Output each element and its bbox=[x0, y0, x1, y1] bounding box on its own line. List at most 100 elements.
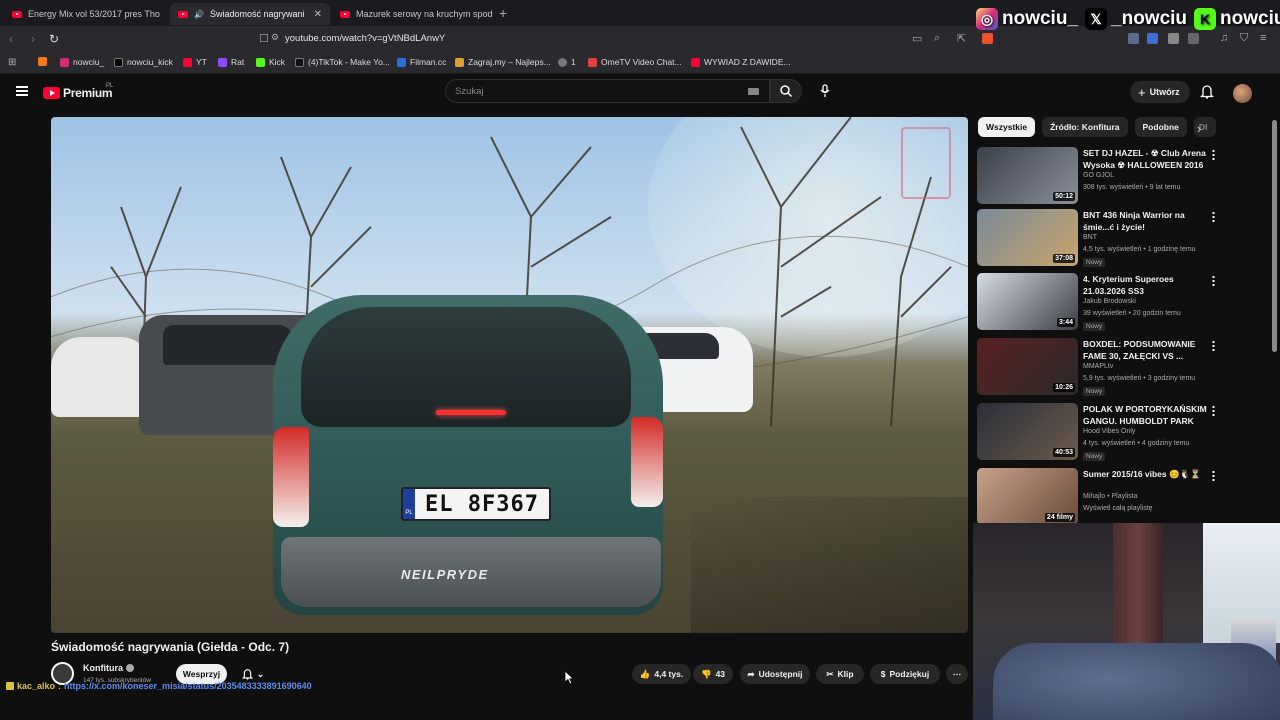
browser-tab[interactable]: Mazurek serowy na kruchym spodzie bbox=[332, 3, 492, 25]
video-thumbnail[interactable]: 10:26 bbox=[977, 338, 1078, 395]
chip-related[interactable]: Podobne bbox=[1134, 117, 1187, 137]
zoom-icon[interactable]: ⌕ bbox=[934, 32, 940, 45]
more-actions-button[interactable]: ⋯ bbox=[946, 664, 968, 684]
video-tail-light-right bbox=[631, 417, 663, 507]
recommendation-title[interactable]: BNT 436 Ninja Warrior na śmie...ć i życi… bbox=[1083, 209, 1209, 233]
recommendation-item[interactable]: 10:26 BOXDEL: PODSUMOWANIE FAME 30, ZAŁĘ… bbox=[977, 338, 1277, 398]
video-thumbnail[interactable]: 3:44 bbox=[977, 273, 1078, 330]
recommendation-title[interactable]: POLAK W PORTORYKAŃSKIM GANGU. HUMBOLDT P… bbox=[1083, 403, 1209, 427]
more-vert-icon[interactable] bbox=[1212, 405, 1215, 416]
speaker-icon[interactable]: 🔊 bbox=[194, 10, 204, 19]
extension-icon[interactable] bbox=[1147, 33, 1158, 44]
cast-icon[interactable]: ▭ bbox=[912, 32, 922, 45]
more-vert-icon[interactable] bbox=[1212, 275, 1215, 286]
more-vert-icon[interactable] bbox=[1212, 340, 1215, 351]
x-icon: 𝕏 bbox=[1085, 8, 1108, 30]
apps-grid-icon[interactable]: ⊞ bbox=[8, 57, 16, 68]
search-input[interactable]: Szukaj bbox=[445, 79, 770, 103]
chip-source[interactable]: Źródło: Konfitura bbox=[1042, 117, 1128, 137]
recommendation-channel[interactable]: GO GJOL bbox=[1083, 172, 1114, 179]
back-icon[interactable]: ‹ bbox=[9, 32, 13, 46]
url-field[interactable]: youtube.com/watch?v=gVtNBdLAnwY bbox=[285, 33, 445, 44]
recommendation-channel[interactable]: Jakub Brodowski bbox=[1083, 298, 1136, 305]
new-badge: Nowy bbox=[1083, 322, 1106, 331]
bookmark-label: WYWIAD Z DAWIDE... bbox=[704, 57, 791, 67]
sidebar-icon[interactable] bbox=[1188, 33, 1199, 44]
voice-search-button[interactable] bbox=[813, 79, 837, 103]
recommendation-channel[interactable]: Mihajlo • Playlista bbox=[1083, 493, 1138, 500]
recommendation-item[interactable]: 50:12 SET DJ HAZEL - ☢ Club Arena Wysoka… bbox=[977, 147, 1277, 207]
bookmark-item[interactable]: 1 bbox=[558, 57, 576, 67]
youtube-logo[interactable]: Premium PL bbox=[43, 83, 114, 100]
keyboard-icon[interactable] bbox=[748, 88, 759, 95]
country-code: PL bbox=[106, 83, 114, 89]
channel-watermark-icon[interactable] bbox=[901, 127, 951, 199]
browser-tab[interactable]: Energy Mix vol 53/2017 pres Tho bbox=[4, 3, 170, 25]
recommendation-item[interactable]: 40:53 POLAK W PORTORYKAŃSKIM GANGU. HUMB… bbox=[977, 403, 1277, 463]
recommendation-title[interactable]: BOXDEL: PODSUMOWANIE FAME 30, ZAŁĘCKI VS… bbox=[1083, 338, 1209, 362]
bookmark-item[interactable]: OmeTV Video Chat... bbox=[588, 57, 682, 67]
recommendation-channel[interactable]: MMAPLtv bbox=[1083, 363, 1113, 370]
search-button[interactable] bbox=[770, 79, 802, 103]
thanks-button[interactable]: $ Podziękuj bbox=[870, 664, 940, 684]
browser-tab-active[interactable]: 🔊 Świadomość nagrywania (Gie ✕ bbox=[170, 3, 330, 25]
recommendation-channel[interactable]: BNT bbox=[1083, 234, 1097, 241]
video-thumbnail[interactable]: 37:08 bbox=[977, 209, 1078, 266]
site-info-icon[interactable]: ⚙ bbox=[271, 32, 279, 43]
recommendation-title[interactable]: 4. Kryterium Superoes 21.03.2026 SS3 bbox=[1083, 273, 1209, 297]
recommendation-item[interactable]: 37:08 BNT 436 Ninja Warrior na śmie...ć … bbox=[977, 209, 1277, 269]
dislike-button[interactable]: 👎 43 bbox=[693, 664, 733, 684]
like-button[interactable]: 👍 4,4 tys. bbox=[632, 664, 691, 684]
new-tab-button[interactable]: + bbox=[499, 5, 507, 21]
close-tab-icon[interactable]: ✕ bbox=[314, 9, 322, 20]
recommendation-item[interactable]: 24 filmy Sumer 2015/16 vibes 😊🐧⏳ Mihajlo… bbox=[977, 468, 1277, 528]
extensions-puzzle-icon[interactable] bbox=[1168, 33, 1179, 44]
clip-button[interactable]: ✂ Klip bbox=[816, 664, 864, 684]
tab-label: Mazurek serowy na kruchym spodzie bbox=[356, 9, 492, 19]
chip-all[interactable]: Wszystkie bbox=[978, 117, 1036, 137]
bookmark-item[interactable]: WYWIAD Z DAWIDE... bbox=[691, 57, 791, 67]
channel-name[interactable]: Konfitura bbox=[83, 663, 134, 673]
more-vert-icon[interactable] bbox=[1212, 470, 1215, 481]
bookmark-item[interactable]: Rat bbox=[218, 57, 244, 67]
share-button[interactable]: ➦ Udostępnij bbox=[740, 664, 810, 684]
recommendation-title[interactable]: SET DJ HAZEL - ☢ Club Arena Wysoka ☢ HAL… bbox=[1083, 147, 1209, 171]
new-badge: Nowy bbox=[1083, 452, 1106, 461]
more-vert-icon[interactable] bbox=[1212, 149, 1215, 160]
kick-icon: K bbox=[1194, 8, 1217, 30]
video-thumbnail[interactable]: 24 filmy bbox=[977, 468, 1078, 525]
share-page-icon[interactable]: ⇱ bbox=[957, 32, 966, 45]
chat-icon bbox=[588, 57, 597, 67]
recommendation-meta: 39 wyświetleń • 20 godzin temu bbox=[1083, 310, 1181, 317]
forward-icon[interactable]: › bbox=[31, 32, 35, 46]
video-thumbnail[interactable]: 50:12 bbox=[977, 147, 1078, 204]
bookmark-item[interactable] bbox=[38, 57, 51, 66]
create-button[interactable]: + Utwórz bbox=[1130, 81, 1190, 103]
recommendation-item[interactable]: 3:44 4. Kryterium Superoes 21.03.2026 SS… bbox=[977, 273, 1277, 333]
globe-icon bbox=[397, 57, 406, 67]
bookmark-item[interactable]: Filman.cc bbox=[397, 57, 446, 67]
bookmark-item[interactable]: Zagraj.my – Najleps... bbox=[455, 57, 551, 67]
recommendation-title[interactable]: Sumer 2015/16 vibes 😊🐧⏳ bbox=[1083, 468, 1209, 480]
bookmark-item[interactable]: (4)TikTok - Make Yo... bbox=[295, 57, 390, 67]
bookmark-item[interactable]: nowciu_ bbox=[60, 57, 104, 67]
bookmark-item[interactable]: YT bbox=[183, 57, 207, 67]
user-avatar[interactable] bbox=[1233, 84, 1252, 103]
bookmark-item[interactable]: Kick bbox=[256, 57, 285, 67]
reload-icon[interactable]: ↻ bbox=[49, 32, 59, 46]
video-player[interactable]: PL EL 8F367 NEILPRYDE bbox=[51, 117, 968, 633]
hamburger-menu-icon[interactable] bbox=[16, 86, 28, 96]
bookmark-item[interactable]: nowciu_kick bbox=[114, 57, 173, 67]
brave-shield-icon[interactable] bbox=[982, 33, 993, 44]
chevron-right-icon[interactable]: › bbox=[1197, 121, 1201, 136]
sidebar-scrollbar[interactable] bbox=[1272, 120, 1277, 352]
more-vert-icon[interactable] bbox=[1212, 211, 1215, 222]
create-label: Utwórz bbox=[1149, 87, 1180, 97]
bookmark-icon[interactable]: ☐ bbox=[259, 32, 269, 45]
video-thumbnail[interactable]: 40:53 bbox=[977, 403, 1078, 460]
tab-label: Świadomość nagrywania (Gie bbox=[209, 9, 304, 19]
extension-icon[interactable] bbox=[1128, 33, 1139, 44]
notifications-bell-icon[interactable] bbox=[1200, 84, 1214, 99]
chat-link[interactable]: https://x.com/koneser_misia/status/20354… bbox=[64, 681, 312, 691]
recommendation-channel[interactable]: Hood Vibes Only bbox=[1083, 428, 1135, 435]
